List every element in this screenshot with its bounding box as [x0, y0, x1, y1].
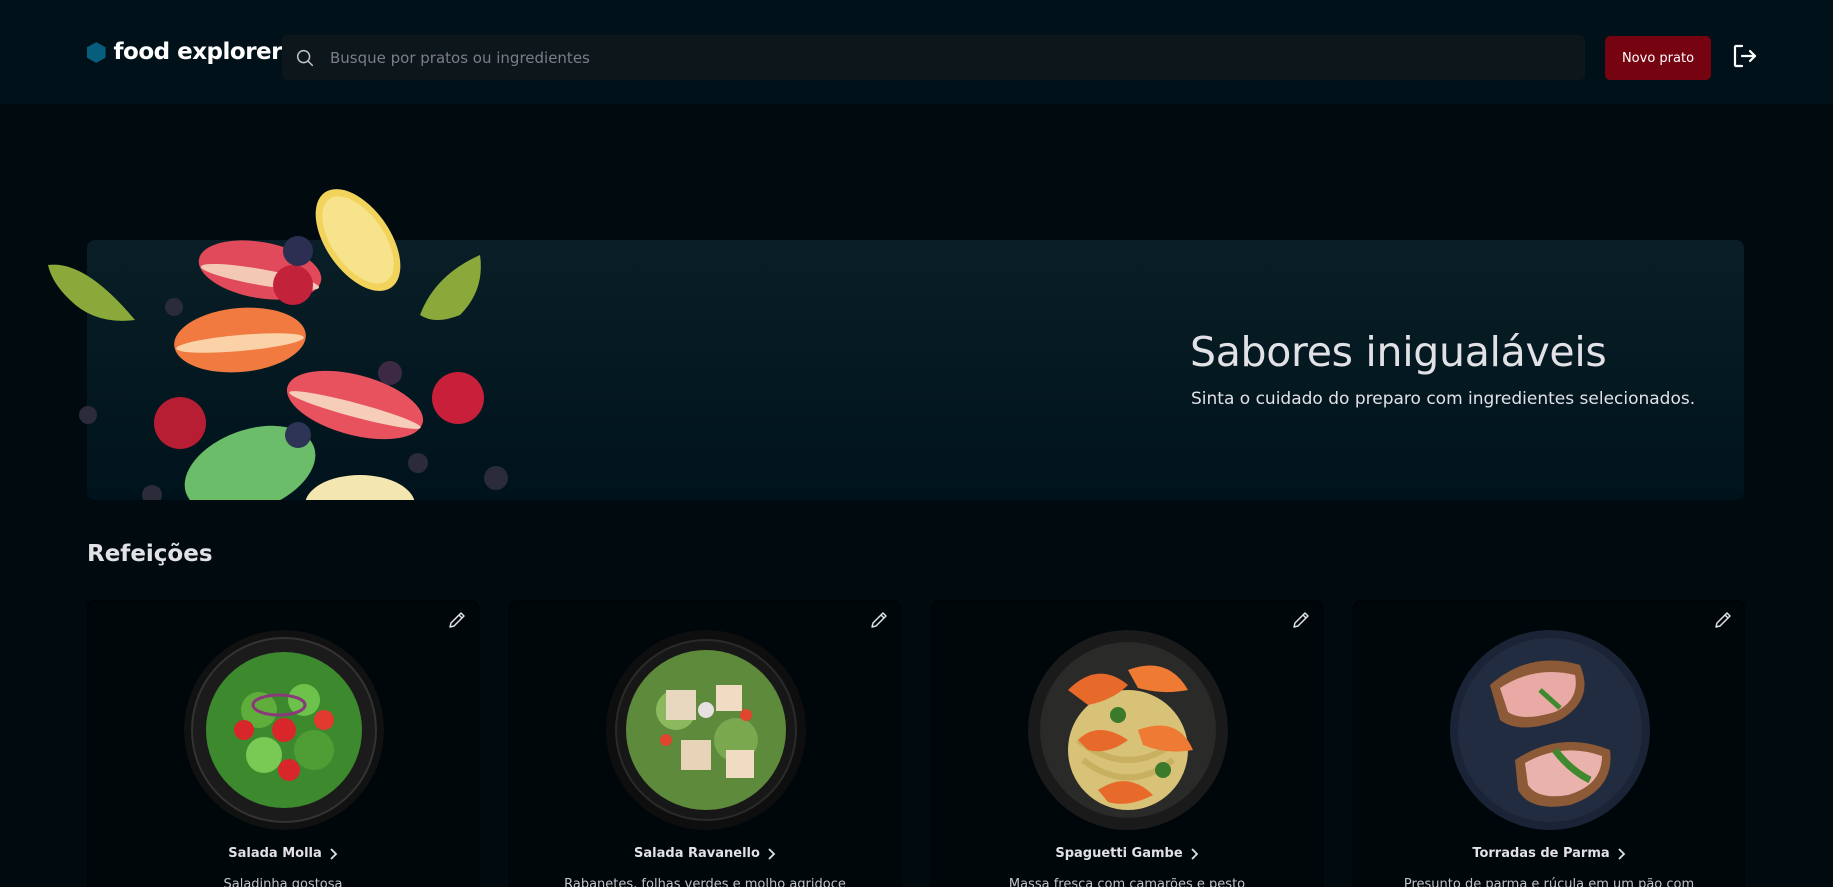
- section-title: Refeições: [87, 541, 213, 567]
- dish-name: Salada Molla: [228, 846, 322, 861]
- brand[interactable]: food explorer: [87, 39, 283, 66]
- brand-name: food explorer: [113, 39, 283, 65]
- search-icon: [296, 49, 314, 66]
- dish-image[interactable]: [606, 630, 806, 830]
- banner-subtitle: Sinta o cuidado do preparo com ingredien…: [1191, 389, 1696, 409]
- dish-name-link[interactable]: Salada Molla: [88, 846, 478, 861]
- dish-description: Rabanetes, folhas verdes e molho agridoc…: [564, 877, 846, 887]
- logout-button[interactable]: [1730, 41, 1760, 71]
- search-input[interactable]: [330, 35, 1585, 80]
- dish-description: Massa fresca com camarões e pesto: [1008, 877, 1246, 887]
- chevron-right-icon: [330, 847, 338, 860]
- banner-title: Sabores inigualáveis: [1190, 328, 1607, 376]
- hexagon-logo-icon: [87, 41, 106, 63]
- search-bar[interactable]: [282, 35, 1585, 80]
- pencil-icon[interactable]: [868, 609, 890, 631]
- pencil-icon[interactable]: [1712, 609, 1734, 631]
- dish-name: Spaguetti Gambe: [1055, 846, 1183, 861]
- macarons-illustration: [48, 189, 508, 500]
- chevron-right-icon: [1618, 847, 1625, 860]
- dish-carousel: Salada Molla Saladinha gostosa Salada Ra…: [87, 600, 1747, 887]
- top-header: food explorer Novo prato: [0, 0, 1833, 104]
- dish-card[interactable]: Salada Molla Saladinha gostosa: [87, 600, 479, 887]
- pencil-icon[interactable]: [1290, 609, 1312, 631]
- dish-name: Salada Ravanello: [634, 846, 760, 861]
- chevron-right-icon: [768, 847, 776, 860]
- dish-description: Presunto de parma e rúcula em um pão com: [1403, 877, 1695, 887]
- dish-image[interactable]: [184, 630, 384, 830]
- dish-description: Saladinha gostosa: [223, 877, 343, 887]
- chevron-right-icon: [1191, 847, 1198, 860]
- dish-name: Torradas de Parma: [1472, 846, 1610, 861]
- sign-out-icon: [1733, 44, 1757, 68]
- dish-card[interactable]: Salada Ravanello Rabanetes, folhas verde…: [509, 600, 901, 887]
- dish-card[interactable]: Spaguetti Gambe Massa fresca com camarõe…: [931, 600, 1323, 887]
- pencil-icon[interactable]: [446, 609, 468, 631]
- dish-name-link[interactable]: Torradas de Parma: [1354, 846, 1744, 861]
- dish-card[interactable]: Torradas de Parma Presunto de parma e rú…: [1353, 600, 1745, 887]
- dish-image[interactable]: [1450, 630, 1650, 830]
- dish-name-link[interactable]: Spaguetti Gambe: [932, 846, 1322, 861]
- new-dish-button[interactable]: Novo prato: [1605, 36, 1711, 80]
- dish-name-link[interactable]: Salada Ravanello: [510, 846, 900, 861]
- dish-image[interactable]: [1028, 630, 1228, 830]
